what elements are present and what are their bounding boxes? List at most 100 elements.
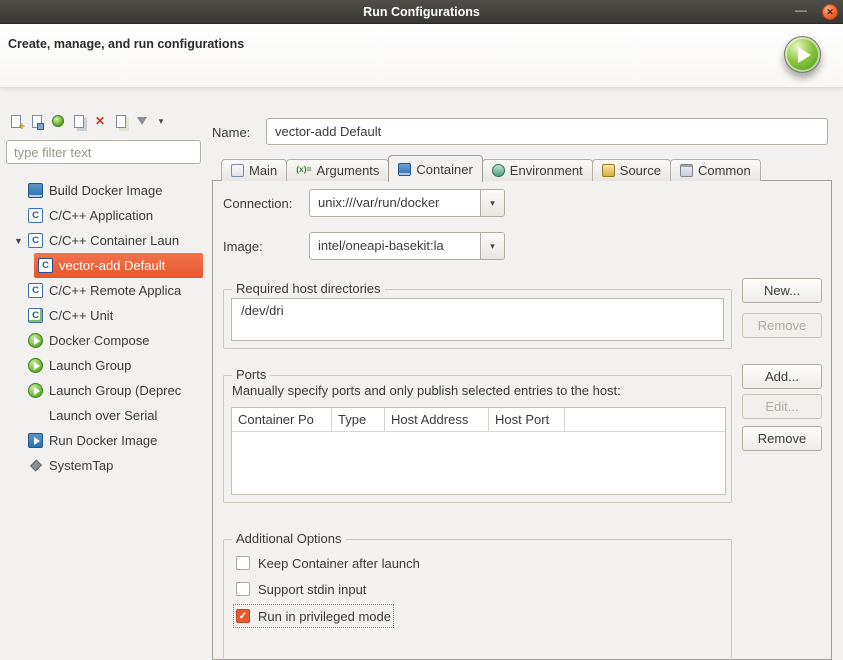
- tree-item-label: vector-add Default: [59, 258, 165, 273]
- sidebar-item-docker-compose[interactable]: Docker Compose: [6, 328, 203, 353]
- arguments-tab-icon: (x)=: [296, 164, 311, 177]
- privileged-mode-option[interactable]: ✓ Run in privileged mode: [236, 607, 391, 625]
- sidebar-item-cpp-unit[interactable]: C C/C++ Unit: [6, 303, 203, 328]
- run-icon: [784, 36, 821, 73]
- sidebar-item-systemtap[interactable]: SystemTap: [6, 453, 203, 478]
- c-remote-application-icon: C: [28, 283, 43, 298]
- host-directories-group-label: Required host directories: [232, 281, 385, 296]
- connection-dropdown-icon[interactable]: ▾: [480, 190, 504, 216]
- ports-col-host-address[interactable]: Host Address: [385, 408, 489, 431]
- close-button[interactable]: ✕: [822, 4, 838, 20]
- new-prototype-icon[interactable]: [29, 113, 45, 129]
- ports-group-label: Ports: [232, 367, 270, 382]
- keep-container-label: Keep Container after launch: [258, 556, 420, 571]
- tab-common[interactable]: Common: [670, 159, 761, 181]
- ports-table[interactable]: Container Po Type Host Address Host Port: [231, 407, 726, 495]
- systemtap-icon: [28, 458, 43, 473]
- play-triangle-icon: [798, 47, 811, 63]
- additional-options-group: Additional Options Keep Container after …: [223, 539, 732, 660]
- export-configurations-icon[interactable]: [50, 113, 66, 129]
- sidebar-item-launch-group[interactable]: Launch Group: [6, 353, 203, 378]
- sidebar: ✕ ▾ Build Docker Image C C/C++ Applicati…: [6, 112, 203, 660]
- sidebar-item-run-docker-image[interactable]: Run Docker Image: [6, 428, 203, 453]
- ports-description: Manually specify ports and only publish …: [232, 383, 621, 398]
- tab-container-label: Container: [416, 162, 472, 177]
- new-host-dir-button[interactable]: New...: [742, 278, 822, 303]
- c-application-icon: C: [28, 208, 43, 223]
- tree-item-label: C/C++ Application: [49, 208, 153, 223]
- collapse-all-icon[interactable]: [113, 113, 129, 129]
- sidebar-item-vector-add-default[interactable]: C vector-add Default: [34, 253, 203, 278]
- connection-label: Connection:: [223, 196, 292, 211]
- ports-col-host-port[interactable]: Host Port: [489, 408, 565, 431]
- ports-col-container-port[interactable]: Container Po: [232, 408, 332, 431]
- sidebar-item-build-docker-image[interactable]: Build Docker Image: [6, 178, 203, 203]
- c-container-launcher-icon: C: [38, 258, 53, 273]
- tree-item-label: C/C++ Container Laun: [49, 233, 179, 248]
- privileged-mode-label: Run in privileged mode: [258, 609, 391, 624]
- new-launch-configuration-icon[interactable]: [8, 113, 24, 129]
- support-stdin-label: Support stdin input: [258, 582, 366, 597]
- container-tab-icon: [398, 163, 411, 176]
- titlebar[interactable]: Run Configurations — ✕: [0, 0, 843, 24]
- tree-item-label: Launch over Serial: [49, 408, 157, 423]
- support-stdin-option[interactable]: Support stdin input: [236, 580, 366, 598]
- remove-port-button[interactable]: Remove: [742, 426, 822, 451]
- filter-input[interactable]: [6, 140, 201, 164]
- host-directories-group: Required host directories /dev/dri: [223, 289, 732, 349]
- ports-col-type[interactable]: Type: [332, 408, 385, 431]
- tree-item-label: Launch Group (Deprec: [49, 383, 181, 398]
- tree-item-label: Run Docker Image: [49, 433, 157, 448]
- sidebar-item-cpp-application[interactable]: C C/C++ Application: [6, 203, 203, 228]
- sidebar-item-cpp-remote-application[interactable]: C C/C++ Remote Applica: [6, 278, 203, 303]
- additional-options-group-label: Additional Options: [232, 531, 346, 546]
- c-unit-icon: C: [28, 308, 43, 323]
- image-dropdown-icon[interactable]: ▾: [480, 233, 504, 259]
- tab-main[interactable]: Main: [221, 159, 287, 181]
- edit-port-button[interactable]: Edit...: [742, 394, 822, 419]
- host-directory-item[interactable]: /dev/dri: [232, 299, 723, 322]
- tab-container[interactable]: Container: [388, 155, 482, 182]
- tab-arguments[interactable]: (x)= Arguments: [286, 159, 389, 181]
- host-directories-list[interactable]: /dev/dri: [231, 298, 724, 341]
- filter-configurations-icon[interactable]: [134, 113, 150, 129]
- dialog-header-title: Create, manage, and run configurations: [8, 37, 244, 51]
- remove-host-dir-button[interactable]: Remove: [742, 313, 822, 338]
- launch-group-deprecated-icon: [28, 383, 43, 398]
- docker-build-icon: [28, 183, 43, 198]
- connection-combo[interactable]: unix:///var/run/docker ▾: [309, 189, 505, 217]
- ports-table-header: Container Po Type Host Address Host Port: [232, 408, 725, 432]
- tab-bar: Main (x)= Arguments Container Environmen…: [221, 154, 760, 181]
- tab-source[interactable]: Source: [592, 159, 671, 181]
- keep-container-checkbox[interactable]: [236, 556, 250, 570]
- delete-configuration-icon[interactable]: ✕: [92, 113, 108, 129]
- keep-container-option[interactable]: Keep Container after launch: [236, 554, 420, 572]
- support-stdin-checkbox[interactable]: [236, 582, 250, 596]
- image-combo[interactable]: intel/oneapi-basekit:la ▾: [309, 232, 505, 260]
- name-input[interactable]: [266, 118, 828, 145]
- sidebar-toolbar: ✕ ▾: [6, 112, 203, 130]
- toolbar-menu-dropdown-icon[interactable]: ▾: [155, 113, 167, 129]
- container-tab-panel: Connection: unix:///var/run/docker ▾ Ima…: [212, 180, 832, 660]
- connection-value: unix:///var/run/docker: [310, 190, 480, 216]
- sidebar-item-launch-over-serial[interactable]: Launch over Serial: [6, 403, 203, 428]
- minimize-button[interactable]: —: [791, 0, 811, 24]
- dialog-header: Create, manage, and run configurations: [0, 24, 843, 88]
- add-port-button[interactable]: Add...: [742, 364, 822, 389]
- tree-item-label: C/C++ Unit: [49, 308, 113, 323]
- duplicate-configuration-icon[interactable]: [71, 113, 87, 129]
- image-value: intel/oneapi-basekit:la: [310, 233, 480, 259]
- tree-item-label: Docker Compose: [49, 333, 149, 348]
- expander-chevron-icon[interactable]: ▼: [14, 236, 28, 246]
- sidebar-item-launch-group-deprecated[interactable]: Launch Group (Deprec: [6, 378, 203, 403]
- source-tab-icon: [602, 164, 615, 177]
- tree-item-label: C/C++ Remote Applica: [49, 283, 181, 298]
- common-tab-icon: [680, 164, 693, 177]
- tree-item-label: Build Docker Image: [49, 183, 162, 198]
- tab-environment[interactable]: Environment: [482, 159, 593, 181]
- sidebar-item-cpp-container-launcher[interactable]: ▼ C C/C++ Container Laun: [6, 228, 203, 253]
- image-label: Image:: [223, 239, 263, 254]
- privileged-mode-checkbox[interactable]: ✓: [236, 609, 250, 623]
- tree-item-label: Launch Group: [49, 358, 131, 373]
- environment-tab-icon: [492, 164, 505, 177]
